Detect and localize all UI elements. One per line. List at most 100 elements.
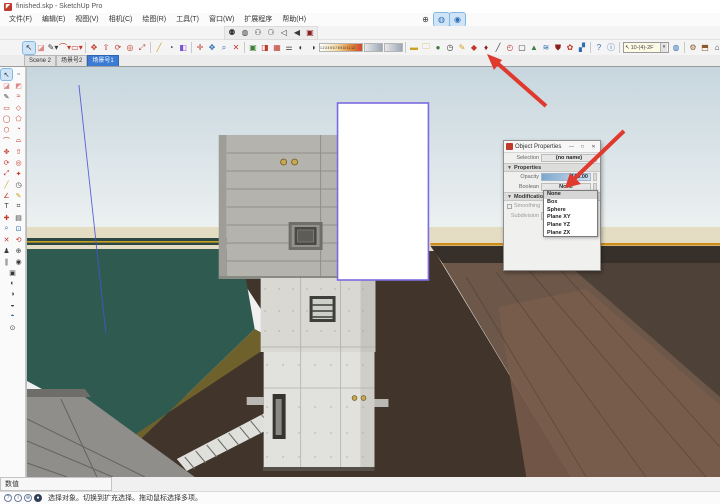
flower-icon[interactable]: ✿ xyxy=(564,42,576,54)
menu-camera[interactable]: 相机(C) xyxy=(104,13,138,26)
previous-view-tool[interactable]: ✕ xyxy=(1,234,12,245)
dropdown-option-plane-yz[interactable]: Plane YZ xyxy=(544,222,597,230)
arc-tool[interactable]: ⌒ xyxy=(1,135,12,146)
record-icon[interactable]: ▣ xyxy=(304,27,316,39)
rectangle-tool[interactable]: ▭ xyxy=(1,102,12,113)
shadow-slider-1[interactable] xyxy=(364,43,383,52)
opacity-spinner[interactable] xyxy=(593,173,597,181)
maximize-button[interactable]: □ xyxy=(578,144,587,150)
select-tool[interactable]: ↖ xyxy=(23,42,35,54)
dropper-icon[interactable]: ♦ xyxy=(480,42,492,54)
look-around-tool[interactable]: ⊕ xyxy=(13,245,24,256)
home-icon[interactable]: ⌂ xyxy=(711,42,720,54)
soften-eraser-tool[interactable]: ◩ xyxy=(13,80,24,91)
orbit-tool[interactable]: ✛ xyxy=(194,42,206,54)
scale-tool[interactable]: ⤢ xyxy=(1,168,12,179)
look-around-globe-icon[interactable]: ◉ xyxy=(450,13,465,26)
paint-bucket-tool[interactable]: ◧ xyxy=(177,42,189,54)
layer-globe-icon[interactable]: ◍ xyxy=(670,42,682,54)
rotated-rectangle-tool[interactable]: ◇ xyxy=(13,102,24,113)
knife-icon[interactable]: ╱ xyxy=(492,42,504,54)
zoom-extents-tool[interactable]: ⊡ xyxy=(13,223,24,234)
bucket-red-icon[interactable]: ◆ xyxy=(468,42,480,54)
zoom-tool[interactable]: ⌕ xyxy=(218,42,230,54)
folder-icon[interactable]: 🗀 xyxy=(420,42,432,54)
scale-tool[interactable]: ⤢ xyxy=(136,42,148,54)
menu-help[interactable]: 帮助(H) xyxy=(277,13,311,26)
gear-icon[interactable]: ⚙ xyxy=(687,42,699,54)
geolocation-icon[interactable]: ? xyxy=(4,494,12,502)
line-tool[interactable]: ✎ xyxy=(1,91,12,102)
circle-tool[interactable]: ◯ xyxy=(1,113,12,124)
position-camera-tool[interactable]: ♟ xyxy=(1,245,12,256)
chevron-down-icon[interactable]: ▾ xyxy=(660,43,667,52)
eraser-tool[interactable]: ◪ xyxy=(35,42,47,54)
rotate-tool[interactable]: ⟳ xyxy=(1,157,12,168)
walk-tool[interactable]: ∥ xyxy=(1,256,12,267)
pie-tool[interactable]: ◔ xyxy=(13,124,24,135)
measure-pill-icon[interactable]: ▬ xyxy=(408,42,420,54)
section-cut-tool[interactable]: ▦ xyxy=(271,42,283,54)
scene-tab-2[interactable]: 场景号2 xyxy=(56,55,87,66)
camera-view-6-icon[interactable]: ⊙ xyxy=(7,322,18,333)
shadow-slider-2[interactable] xyxy=(384,43,403,52)
next-view-tool[interactable]: ⟲ xyxy=(13,234,24,245)
component-box-icon[interactable]: ⬒ xyxy=(699,42,711,54)
dropdown-option-none[interactable]: None xyxy=(544,191,597,199)
shield-icon[interactable]: ⛊ xyxy=(552,42,564,54)
close-button[interactable]: ✕ xyxy=(589,144,598,150)
info-icon[interactable]: ⓘ xyxy=(605,42,617,54)
menu-file[interactable]: 文件(F) xyxy=(4,13,37,26)
person-camera-2-icon[interactable]: ⚆ xyxy=(265,27,277,39)
follow-me-tool[interactable]: ✦ xyxy=(13,168,24,179)
menu-draw[interactable]: 绘图(R) xyxy=(137,13,171,26)
tape-measure-tool[interactable]: ╱ xyxy=(153,42,165,54)
camera-view-3-icon[interactable]: ◑ xyxy=(7,289,18,300)
measurements-box[interactable]: 数值 xyxy=(0,477,112,491)
freehand-tool[interactable]: ≈ xyxy=(13,91,24,102)
rotate-tool[interactable]: ⟳ xyxy=(112,42,124,54)
offset-tool[interactable]: ◎ xyxy=(124,42,136,54)
move-tool[interactable]: ✥ xyxy=(88,42,100,54)
menu-view[interactable]: 视图(V) xyxy=(70,13,103,26)
dimension-tool[interactable]: ∠ xyxy=(1,190,12,201)
claim-status-icon[interactable]: ⊕ xyxy=(24,494,32,502)
orbit-globe-icon[interactable]: ◍ xyxy=(434,13,449,26)
opacity-slider[interactable]: 100.00 xyxy=(541,173,591,181)
ellipse-tool[interactable]: ⬠ xyxy=(13,113,24,124)
menu-window[interactable]: 窗口(W) xyxy=(204,13,239,26)
selected-white-plane[interactable] xyxy=(338,103,429,280)
text-tool[interactable]: ✎ xyxy=(13,190,24,201)
move-tool[interactable]: ✥ xyxy=(1,146,12,157)
rectangle-tool[interactable]: ▭▾ xyxy=(71,42,83,54)
sphere-icon[interactable]: ◍ xyxy=(239,27,251,39)
camera-view-5-icon[interactable]: ◓ xyxy=(7,311,18,322)
plugin-icon[interactable]: ▞ xyxy=(576,42,588,54)
section-number-scale[interactable]: 1 2 3 4 5 6 7 8 9 10 11 12 xyxy=(319,43,363,52)
two-people-icon[interactable]: ⚉ xyxy=(226,27,238,39)
pan-tool[interactable]: ✥ xyxy=(206,42,218,54)
line-tool[interactable]: ✎▾ xyxy=(47,42,59,54)
camera-view-2-icon[interactable]: ◐ xyxy=(7,278,18,289)
layers-combo[interactable]: ↖ 10-(4)-2F ▾ xyxy=(623,42,669,53)
menu-edit[interactable]: 编辑(E) xyxy=(37,13,70,26)
orbit-tool[interactable]: ◉ xyxy=(13,256,24,267)
zoom-extents-tool[interactable]: ✕ xyxy=(230,42,242,54)
tape-measure-tool[interactable]: ╱ xyxy=(1,179,12,190)
globe-icon[interactable]: ● xyxy=(432,42,444,54)
add-location-tool[interactable]: ✚ xyxy=(1,212,12,223)
dropdown-option-plane-xy[interactable]: Plane XY xyxy=(544,214,597,222)
signin-status-icon[interactable]: ● xyxy=(34,494,42,502)
polygon-tool[interactable]: ⬡ xyxy=(1,124,12,135)
lasso-tool[interactable]: ▫ xyxy=(13,69,24,80)
dialog-title-bar[interactable]: Object Properties — □ ✕ xyxy=(504,141,600,153)
scene-tab-3-active[interactable]: 场景号1 xyxy=(87,55,118,66)
arc-tool[interactable]: ⌒▾ xyxy=(59,42,71,54)
3d-text-tool[interactable]: T xyxy=(1,201,12,212)
eraser-tool[interactable]: ◪ xyxy=(1,80,12,91)
menu-extensions[interactable]: 扩展程序 xyxy=(239,13,277,26)
zoom-window-tool[interactable]: ⌕ xyxy=(1,223,12,234)
camera-view-1-icon[interactable]: ▣ xyxy=(7,267,18,278)
viewport-3d[interactable] xyxy=(26,67,720,477)
section-plane-tool[interactable]: ▤ xyxy=(13,212,24,223)
